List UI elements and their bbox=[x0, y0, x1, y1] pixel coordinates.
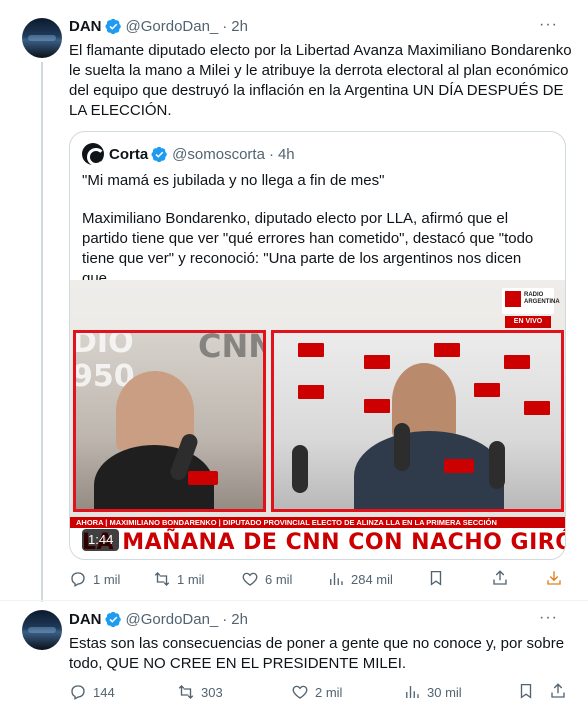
views-count: 284 mil bbox=[351, 571, 393, 587]
more-options-icon[interactable]: ··· bbox=[539, 16, 558, 34]
views-button[interactable]: 284 mil bbox=[327, 569, 393, 589]
cnn-tile bbox=[364, 399, 390, 413]
quoted-author-name[interactable]: Corta bbox=[109, 146, 148, 163]
tweet-2[interactable]: DAN @GordoDan_ · 2h ··· Estas son las co… bbox=[0, 600, 588, 720]
repost-count: 303 bbox=[201, 684, 223, 700]
repost-button[interactable]: 303 bbox=[177, 682, 223, 702]
tweet-1[interactable]: DAN @GordoDan_ · 2h ··· El flamante dipu… bbox=[0, 0, 588, 602]
verified-badge-icon bbox=[151, 146, 167, 162]
microphone bbox=[292, 445, 308, 493]
cnn-tile bbox=[434, 343, 460, 357]
share-icon bbox=[493, 570, 507, 585]
like-count: 2 mil bbox=[315, 684, 343, 700]
corta-logo-icon bbox=[82, 143, 105, 166]
quoted-tweet[interactable]: Corta @somoscorta · 4h "Mi mamá es jubil… bbox=[69, 131, 566, 560]
reply-button[interactable]: 144 bbox=[69, 682, 115, 702]
author-name[interactable]: DAN bbox=[69, 611, 102, 628]
cnn-tile bbox=[524, 401, 550, 415]
timestamp[interactable]: 2h bbox=[231, 18, 248, 35]
like-count: 6 mil bbox=[265, 571, 293, 587]
more-options-icon[interactable]: ··· bbox=[539, 609, 558, 627]
author-handle[interactable]: @GordoDan_ bbox=[126, 18, 219, 35]
bookmark-button[interactable] bbox=[517, 682, 535, 702]
download-icon bbox=[547, 571, 561, 585]
reply-count: 1 mil bbox=[93, 571, 121, 587]
quoted-tweet-header: Corta @somoscorta · 4h bbox=[82, 143, 295, 166]
live-badge: EN VIVO bbox=[505, 316, 551, 328]
reply-button[interactable]: 1 mil bbox=[69, 569, 120, 589]
timestamp[interactable]: 2h bbox=[231, 611, 248, 628]
separator-dot: · bbox=[268, 145, 274, 163]
separator-dot: · bbox=[222, 18, 228, 35]
reply-count: 144 bbox=[93, 684, 115, 700]
thread-line bbox=[41, 62, 43, 602]
avatar[interactable] bbox=[22, 610, 62, 650]
verified-badge-icon bbox=[104, 611, 121, 628]
news-ticker: AHORA | MAXIMILIANO BONDARENKO | DIPUTAD… bbox=[70, 517, 565, 528]
repost-button[interactable]: 1 mil bbox=[153, 569, 204, 589]
quoted-text-body: Maximiliano Bondarenko, diputado electo … bbox=[82, 210, 534, 287]
quoted-text-line1: "Mi mamá es jubilada y no llega a fin de… bbox=[82, 172, 385, 189]
quoted-timestamp[interactable]: 4h bbox=[278, 146, 295, 163]
show-title: LA MAÑANA DE CNN CON NACHO GIRÓN bbox=[82, 530, 566, 555]
separator-dot: · bbox=[222, 611, 228, 628]
video-panel-left: DIO 950 CNN bbox=[73, 330, 266, 512]
like-icon bbox=[242, 572, 258, 586]
host-body bbox=[354, 431, 504, 509]
video-duration-badge: 1:44 bbox=[82, 529, 120, 551]
avatar[interactable] bbox=[22, 18, 62, 58]
views-button[interactable]: 30 mil bbox=[403, 682, 462, 702]
download-button[interactable] bbox=[545, 569, 563, 589]
like-button[interactable]: 2 mil bbox=[291, 682, 342, 702]
views-count: 30 mil bbox=[427, 684, 462, 700]
author-name[interactable]: DAN bbox=[69, 18, 102, 35]
author-handle[interactable]: @GordoDan_ bbox=[126, 611, 219, 628]
mic-cnn-label bbox=[444, 459, 474, 473]
bookmark-icon bbox=[520, 683, 532, 699]
mic-cnn-label bbox=[188, 471, 218, 485]
repost-icon bbox=[178, 685, 194, 699]
repost-count: 1 mil bbox=[177, 571, 205, 587]
cnn-tile bbox=[474, 383, 500, 397]
cnn-tile bbox=[504, 355, 530, 369]
cnn-tile bbox=[364, 355, 390, 369]
microphone bbox=[489, 441, 505, 489]
reply-icon bbox=[71, 572, 85, 587]
views-icon bbox=[406, 686, 419, 698]
cnn-tile bbox=[298, 343, 324, 357]
repost-icon bbox=[154, 572, 170, 586]
tweet-actions: 144 303 2 mil 30 mil bbox=[69, 682, 566, 702]
video-panel-right bbox=[271, 330, 564, 512]
share-button[interactable] bbox=[491, 569, 509, 589]
wall-text-left: DIO bbox=[73, 330, 134, 360]
like-icon bbox=[292, 685, 308, 699]
verified-badge-icon bbox=[104, 18, 121, 35]
wall-text-cnn: CNN bbox=[198, 330, 263, 365]
tweet-header: DAN @GordoDan_ · 2h bbox=[69, 611, 248, 628]
tweet-text: Estas son las consecuencias de poner a g… bbox=[69, 635, 565, 672]
microphone bbox=[394, 423, 410, 471]
tweet-text: El flamante diputado electo por la Liber… bbox=[69, 42, 572, 119]
share-icon bbox=[551, 683, 565, 698]
cnn-radio-logo: RADIO ARGENTINA bbox=[502, 288, 560, 314]
bookmark-button[interactable] bbox=[427, 569, 445, 589]
tweet-header: DAN @GordoDan_ · 2h bbox=[69, 18, 248, 35]
cnn-tile bbox=[298, 385, 324, 399]
quoted-author-handle[interactable]: @somoscorta bbox=[172, 146, 265, 163]
share-button[interactable] bbox=[549, 682, 567, 702]
tweet-actions: 1 mil 1 mil 6 mil 284 mil bbox=[69, 569, 566, 589]
reply-icon bbox=[71, 685, 85, 700]
video-thumbnail[interactable]: RADIO ARGENTINA EN VIVO DIO 950 CNN bbox=[70, 280, 566, 559]
like-button[interactable]: 6 mil bbox=[241, 569, 292, 589]
bookmark-icon bbox=[430, 570, 442, 586]
views-icon bbox=[330, 573, 343, 585]
